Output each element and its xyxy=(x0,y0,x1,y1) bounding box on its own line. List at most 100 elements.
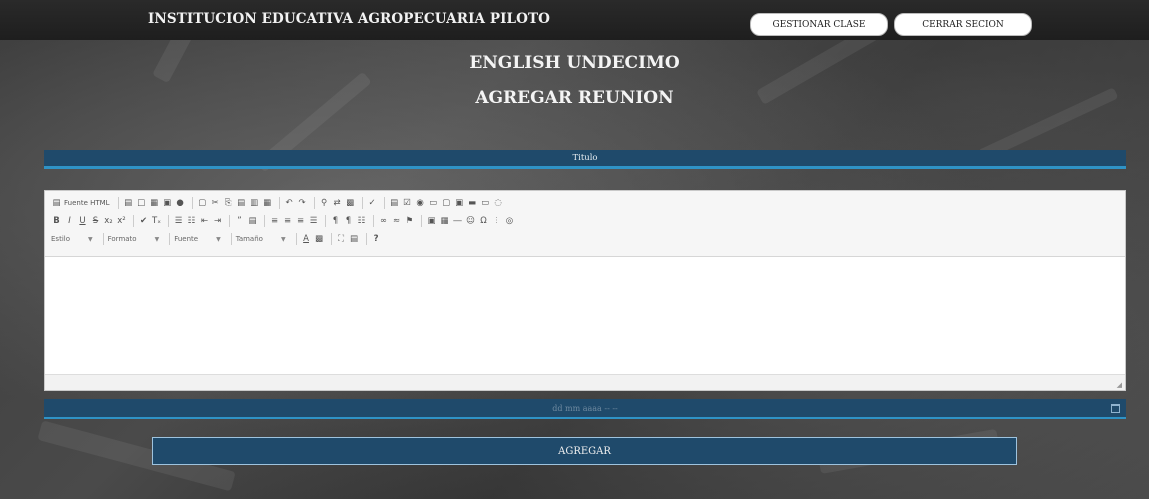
paste-text-icon[interactable]: ▥ xyxy=(249,196,260,210)
resize-handle-icon[interactable]: ◢ xyxy=(1117,381,1122,389)
copy-icon[interactable]: ⎘ xyxy=(223,196,234,210)
chevron-down-icon: ▼ xyxy=(154,235,160,243)
preview-icon[interactable]: ▣ xyxy=(162,196,173,210)
source-icon[interactable]: ▤ xyxy=(51,196,62,210)
toolbar-separator xyxy=(229,215,230,227)
button-icon[interactable]: ▬ xyxy=(467,196,478,210)
replace-icon[interactable]: ⇄ xyxy=(332,196,343,210)
underline-icon[interactable]: U xyxy=(77,214,88,228)
toolbar-separator xyxy=(117,197,119,209)
size-combo-label: Tamaño xyxy=(235,235,263,243)
hiddenfield-icon[interactable]: ◌ xyxy=(493,196,504,210)
strike-icon[interactable]: S xyxy=(90,214,101,228)
text-color-icon[interactable]: A xyxy=(301,232,312,246)
style-combo[interactable]: Estilo ▼ xyxy=(51,235,93,243)
smiley-icon[interactable]: ☺ xyxy=(465,214,476,228)
toolbar-separator xyxy=(169,233,171,245)
numbered-list-icon[interactable]: ☰ xyxy=(173,214,184,228)
help-icon[interactable]: ? xyxy=(371,232,382,246)
toolbar-separator xyxy=(421,215,422,227)
link-icon[interactable]: ∞ xyxy=(378,214,389,228)
align-left-icon[interactable]: ≡ xyxy=(269,214,280,228)
paste-word-icon[interactable]: ▦ xyxy=(262,196,273,210)
bold-icon[interactable]: B xyxy=(51,214,62,228)
italic-icon[interactable]: I xyxy=(64,214,75,228)
showblocks-icon[interactable]: ▤ xyxy=(349,232,360,246)
font-combo-label: Fuente xyxy=(174,235,199,243)
toolbar-separator xyxy=(264,215,265,227)
iframe-icon[interactable]: ◎ xyxy=(504,214,515,228)
select-all-icon[interactable]: ▩ xyxy=(345,196,356,210)
toolbar-separator xyxy=(373,215,374,227)
chevron-down-icon: ▼ xyxy=(88,235,93,243)
checkbox-icon[interactable]: ☑ xyxy=(402,196,413,210)
print-icon[interactable]: ● xyxy=(175,196,186,210)
anchor-icon[interactable]: ⚑ xyxy=(404,214,415,228)
add-button[interactable]: AGREGAR xyxy=(152,437,1017,465)
blockquote-icon[interactable]: ” xyxy=(234,214,245,228)
align-center-icon[interactable]: ≡ xyxy=(282,214,293,228)
font-combo[interactable]: Fuente ▼ xyxy=(174,235,221,243)
paste-icon[interactable]: ▤ xyxy=(236,196,247,210)
hline-icon[interactable]: ― xyxy=(452,214,463,228)
datetime-input[interactable]: dd mm aaaa -- -- xyxy=(44,399,1126,419)
rtl-icon[interactable]: ¶ xyxy=(343,214,354,228)
copyformat-icon[interactable]: ✔ xyxy=(138,214,149,228)
language-icon[interactable]: ☷ xyxy=(356,214,367,228)
redo-icon[interactable]: ↷ xyxy=(297,196,308,210)
table-icon[interactable]: ▦ xyxy=(439,214,450,228)
bg-color-icon[interactable]: ▩ xyxy=(314,232,325,246)
maximize-icon[interactable]: ⛶ xyxy=(336,232,347,246)
subscript-icon[interactable]: x₂ xyxy=(103,214,114,228)
toolbar-separator xyxy=(330,233,332,245)
toolbar-separator xyxy=(383,197,385,209)
toolbar-separator xyxy=(230,233,232,245)
align-right-icon[interactable]: ≡ xyxy=(295,214,306,228)
justify-icon[interactable]: ☰ xyxy=(308,214,319,228)
save-icon[interactable]: ▤ xyxy=(123,196,134,210)
ltr-icon[interactable]: ¶ xyxy=(330,214,341,228)
spellcheck-icon[interactable]: ✓ xyxy=(367,196,378,210)
imagebutton-icon[interactable]: ▭ xyxy=(480,196,491,210)
paste-plain-icon[interactable]: ▢ xyxy=(197,196,208,210)
textfield-icon[interactable]: ▭ xyxy=(428,196,439,210)
new-page-icon[interactable]: □ xyxy=(136,196,147,210)
select-icon[interactable]: ▣ xyxy=(454,196,465,210)
toolbar-separator xyxy=(365,233,367,245)
editor-statusbar: ◢ xyxy=(45,374,1125,390)
templates-icon[interactable]: ▦ xyxy=(149,196,160,210)
superscript-icon[interactable]: x² xyxy=(116,214,127,228)
image-icon[interactable]: ▣ xyxy=(426,214,437,228)
find-icon[interactable]: ⚲ xyxy=(319,196,330,210)
editor-content-area[interactable] xyxy=(45,257,1125,374)
outdent-icon[interactable]: ⇤ xyxy=(199,214,210,228)
manage-class-button[interactable]: GESTIONAR CLASE xyxy=(750,13,888,36)
unlink-icon[interactable]: ≈ xyxy=(391,214,402,228)
form-icon[interactable]: ▤ xyxy=(389,196,400,210)
radio-icon[interactable]: ◉ xyxy=(415,196,426,210)
div-icon[interactable]: ▤ xyxy=(247,214,258,228)
textarea-icon[interactable]: ▢ xyxy=(441,196,452,210)
cut-icon[interactable]: ✂ xyxy=(210,196,221,210)
institution-title: INSTITUCION EDUCATIVA AGROPECUARIA PILOT… xyxy=(148,11,550,27)
toolbar-separator xyxy=(361,197,363,209)
toolbar-separator xyxy=(313,197,315,209)
size-combo[interactable]: Tamaño ▼ xyxy=(236,235,286,243)
chevron-down-icon: ▼ xyxy=(280,235,286,243)
logout-button[interactable]: CERRAR SECION xyxy=(894,13,1032,36)
source-button[interactable]: Fuente HTML xyxy=(64,199,110,207)
toolbar-separator xyxy=(325,215,326,227)
removeformat-icon[interactable]: Tₓ xyxy=(151,214,162,228)
pagebreak-icon[interactable]: ⫶ xyxy=(491,214,502,228)
title-field[interactable]: Titulo xyxy=(44,150,1126,169)
calendar-icon[interactable] xyxy=(1111,404,1120,413)
indent-icon[interactable]: ⇥ xyxy=(212,214,223,228)
undo-icon[interactable]: ↶ xyxy=(284,196,295,210)
specialchar-icon[interactable]: Ω xyxy=(478,214,489,228)
toolbar-separator xyxy=(191,197,193,209)
course-title: ENGLISH UNDECIMO xyxy=(469,53,680,73)
bullet-list-icon[interactable]: ☷ xyxy=(186,214,197,228)
format-combo-label: Formato xyxy=(107,235,137,243)
rich-text-editor: ▤ Fuente HTML ▤ □ ▦ ▣ ● ▢ ✂ ⎘ ▤ ▥ ▦ ↶ ↷ ⚲ ⇄ ▩ ✓ ▤ ☑ ◉ ▭ ▢ ▣ ▬ ▭ ◌… xyxy=(44,190,1126,391)
format-combo[interactable]: Formato ▼ xyxy=(108,235,160,243)
